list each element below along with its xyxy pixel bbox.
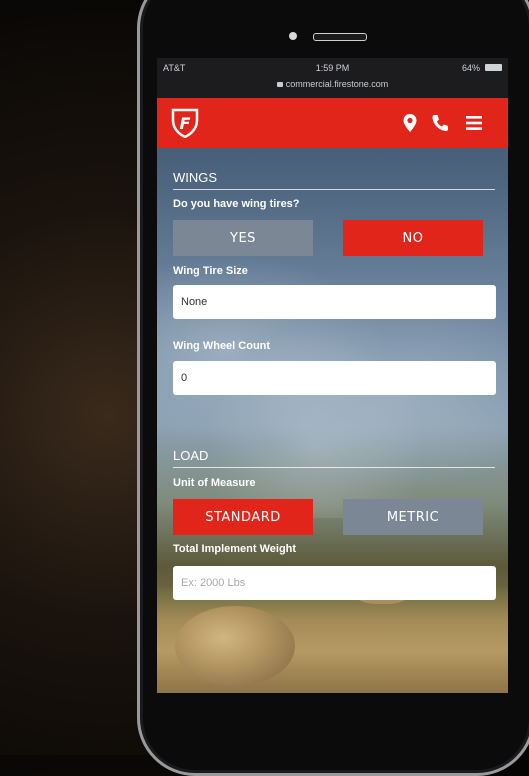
phone-icon[interactable] <box>429 112 451 134</box>
wing-wheel-count-field[interactable]: 0 <box>173 361 496 395</box>
section-title-load: LOAD <box>173 448 495 468</box>
section-title-wings: WINGS <box>173 170 495 190</box>
background-hay-bale <box>175 606 295 686</box>
earpiece-speaker <box>313 33 367 41</box>
clock: 1:59 PM <box>315 63 350 73</box>
wing-tire-size-field[interactable]: None <box>173 285 496 319</box>
wing-tires-yes-button[interactable]: YES <box>173 220 313 256</box>
hamburger-menu-icon[interactable] <box>463 112 485 134</box>
unit-metric-button[interactable]: METRIC <box>343 499 483 535</box>
total-weight-label: Total Implement Weight <box>173 543 297 555</box>
location-pin-icon[interactable] <box>399 112 421 134</box>
total-weight-field[interactable]: Ex: 2000 Lbs <box>173 566 496 600</box>
address-bar[interactable]: commercial.firestone.com <box>157 79 508 89</box>
site-header: F <box>157 98 508 148</box>
unit-standard-button[interactable]: STANDARD <box>173 499 313 535</box>
battery-percent: 64% <box>461 63 480 73</box>
wing-tire-size-label: Wing Tire Size <box>173 265 248 277</box>
firestone-logo-icon[interactable]: F <box>169 106 201 138</box>
logo-letter: F <box>180 114 191 133</box>
battery-icon <box>485 64 502 71</box>
wing-wheel-count-label: Wing Wheel Count <box>173 340 271 352</box>
phone-screen: AT&T 1:59 PM 64% commercial.firestone.co… <box>157 58 508 693</box>
wing-tires-no-button[interactable]: NO <box>343 220 483 256</box>
status-bar: AT&T 1:59 PM 64% commercial.firestone.co… <box>157 58 508 98</box>
wing-tires-question: Do you have wing tires? <box>173 198 300 210</box>
unit-of-measure-label: Unit of Measure <box>173 477 256 489</box>
lock-icon <box>276 82 283 88</box>
front-camera <box>289 32 297 40</box>
url-text: commercial.firestone.com <box>285 79 389 89</box>
